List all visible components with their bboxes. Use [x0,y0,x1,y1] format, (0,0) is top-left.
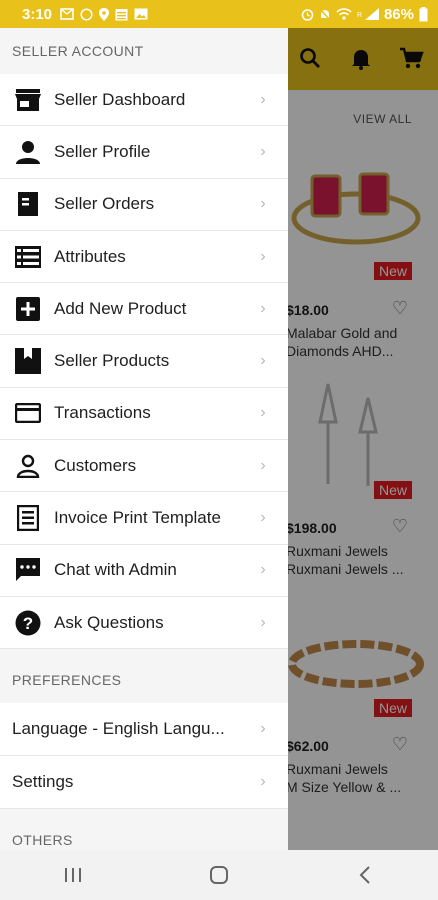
back-button[interactable] [345,860,385,890]
menu-item-label: Transactions [54,403,151,423]
chevron-right-icon: › [260,90,266,108]
chat-icon [14,556,42,584]
store-icon [14,86,42,114]
chevron-right-icon: › [260,720,266,738]
bookmark-box-icon [14,347,42,375]
menu-item-seller-products[interactable]: Seller Products › [0,335,288,388]
status-right-icons: R 86% [301,6,428,23]
status-time: 3:10 [22,5,53,23]
wifi-icon [336,8,352,20]
receipt-icon [14,504,42,532]
calendar-icon [115,8,128,20]
recents-button[interactable] [53,860,93,890]
home-button[interactable] [199,860,239,890]
alarm-icon [301,8,314,21]
chevron-right-icon: › [260,561,266,579]
battery-percent: 86% [383,5,414,23]
menu-item-label: Customers [54,455,137,475]
status-bar: 3:10 R 86% [0,0,438,28]
section-header-seller-account: SELLER ACCOUNT [0,28,288,74]
chevron-right-icon: › [260,195,266,213]
menu-item-label: Invoice Print Template [54,508,221,528]
menu-item-add-new-product[interactable]: Add New Product › [0,283,288,336]
chevron-right-icon: › [260,456,266,474]
menu-item-label: Add New Product [54,298,187,318]
menu-item-label: Attributes [54,246,126,266]
location-icon [99,7,110,21]
menu-item-seller-orders[interactable]: Seller Orders › [0,178,288,231]
mail-icon [60,7,74,20]
help-icon: ? [14,609,42,637]
add-box-icon [14,295,42,323]
section-divider [0,649,288,658]
recents-icon [65,868,81,882]
gallery-icon [134,8,148,19]
chevron-right-icon: › [260,299,266,317]
menu-item-label: Seller Orders [54,194,155,214]
chevron-right-icon: › [260,773,266,791]
list-icon [14,243,42,271]
menu-item-seller-profile[interactable]: Seller Profile › [0,126,288,179]
section-header-others: OTHERS [0,817,288,850]
chevron-right-icon: › [260,404,266,422]
orders-icon [14,190,42,218]
home-icon [210,866,228,884]
menu-item-transactions[interactable]: Transactions › [0,387,288,441]
chevron-right-icon: › [260,613,266,631]
menu-item-label: Seller Products [54,351,170,371]
menu-item-seller-dashboard[interactable]: Seller Dashboard › [0,74,288,127]
signal-icon: R [357,8,379,20]
section-divider [0,809,288,818]
menu-item-settings[interactable]: Settings › [0,756,288,810]
menu-item-label: Seller Profile [54,141,151,161]
section-header-preferences: PREFERENCES [0,657,288,704]
menu-item-label: Settings [12,772,74,792]
menu-item-invoice-print-template[interactable]: Invoice Print Template › [0,492,288,545]
person-icon [14,138,42,166]
menu-item-label: Chat with Admin [54,560,177,580]
menu-item-customers[interactable]: Customers › [0,440,288,493]
navigation-drawer: SELLER ACCOUNT Seller Dashboard › Seller… [0,28,288,850]
svg-text:?: ? [23,614,33,633]
svg-text:R: R [357,12,362,19]
menu-item-chat-with-admin[interactable]: Chat with Admin › [0,544,288,597]
status-left-icons [60,7,148,21]
battery-icon [419,6,428,21]
chevron-right-icon: › [260,142,266,160]
menu-item-label: Seller Dashboard [54,89,186,109]
back-icon [359,866,370,884]
whatsapp-icon [80,7,93,21]
mute-icon [318,7,331,21]
system-nav-bar [0,850,438,900]
credit-card-icon [14,399,42,427]
menu-item-label: Language - English Langu... [12,719,225,739]
menu-item-ask-questions[interactable]: ? Ask Questions › [0,596,288,650]
menu-item-language[interactable]: Language - English Langu... › [0,703,288,757]
person-outline-icon [14,452,42,480]
menu-item-label: Ask Questions [54,612,164,632]
chevron-right-icon: › [260,352,266,370]
chevron-right-icon: › [260,509,266,527]
chevron-right-icon: › [260,247,266,265]
menu-item-attributes[interactable]: Attributes › [0,230,288,284]
